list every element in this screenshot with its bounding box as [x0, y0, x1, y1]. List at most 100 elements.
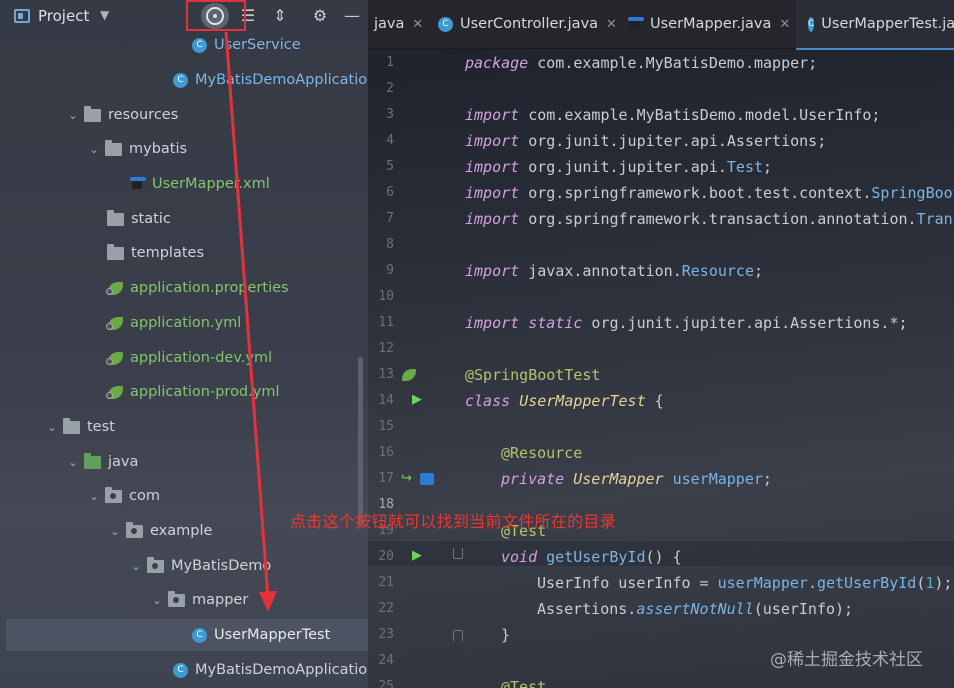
- mapper-interface-icon: [628, 17, 646, 31]
- run-test-gutter-icon[interactable]: ▶: [412, 549, 426, 562]
- tree-item-label: resources: [108, 107, 179, 123]
- code-line: 22 Assertions.assertNotNull(userInfo);: [368, 596, 954, 622]
- line-number: 24: [378, 653, 394, 668]
- tab-usermapper[interactable]: UserMapper.java ✕: [628, 0, 790, 48]
- minimize-icon[interactable]: —: [339, 4, 365, 28]
- code-text: import javax.annotation.Resource;: [465, 262, 764, 280]
- close-icon[interactable]: ✕: [779, 17, 790, 32]
- tree-item-java[interactable]: ⌄ java: [66, 445, 138, 479]
- class-icon: C: [192, 37, 207, 53]
- code-line: 7 import org.springframework.transaction…: [368, 206, 954, 232]
- code-text: import com.example.MyBatisDemo.model.Use…: [465, 106, 881, 124]
- tree-item-com[interactable]: ⌄ com: [87, 479, 160, 513]
- folder-icon: [107, 243, 124, 260]
- tree-item-mybatis[interactable]: ⌄ mybatis: [87, 132, 187, 166]
- fold-icon[interactable]: [453, 630, 463, 641]
- chevron-down-icon[interactable]: ⌄: [87, 143, 101, 156]
- tab-usercontroller[interactable]: C UserController.java ✕: [438, 0, 617, 48]
- chevron-down-icon[interactable]: ⌄: [108, 525, 122, 538]
- tab-java[interactable]: java ✕: [374, 0, 423, 48]
- code-text: @Test: [501, 678, 547, 688]
- collapse-all-icon[interactable]: ⇕: [267, 4, 293, 28]
- code-text: class UserMapperTest {: [465, 392, 664, 410]
- line-number: 2: [386, 81, 394, 96]
- watermark: @稀土掘金技术社区: [770, 650, 923, 670]
- annotation-text: 点击这个按钮就可以找到当前文件所在的目录: [290, 512, 617, 531]
- mybatis-mapper-gutter-icon[interactable]: [420, 473, 434, 485]
- line-number: 6: [386, 185, 394, 200]
- folder-icon: [107, 209, 124, 226]
- line-number: 23: [378, 627, 394, 642]
- line-number: 10: [378, 289, 394, 304]
- package-icon: [168, 590, 185, 607]
- tree-item-label: static: [131, 211, 171, 227]
- tab-label: java: [374, 16, 405, 32]
- tree-item-label: UserMapperTest: [214, 627, 331, 643]
- tree-item-mybatisdemoapplicationtest[interactable]: C MyBatisDemoApplicationT: [173, 653, 368, 687]
- folder-icon: [105, 139, 122, 156]
- line-number: 17: [378, 471, 394, 486]
- tree-item-example[interactable]: ⌄ example: [108, 514, 212, 548]
- line-number: 20: [378, 549, 394, 564]
- tree-item-application-yml[interactable]: application.yml: [106, 306, 242, 340]
- line-number: 13: [378, 367, 394, 382]
- spring-bean-gutter-icon[interactable]: [402, 369, 416, 381]
- tree-item-static[interactable]: static: [107, 202, 171, 236]
- project-title[interactable]: Project: [38, 7, 89, 25]
- code-area[interactable]: 1 package com.example.MyBatisDemo.mapper…: [368, 48, 954, 688]
- line-number: 9: [386, 263, 394, 278]
- code-text: @Resource: [501, 444, 583, 462]
- tree-item-test[interactable]: ⌄ test: [45, 410, 115, 444]
- spring-config-icon: [106, 281, 123, 295]
- line-number: 16: [378, 445, 394, 460]
- code-text: import static org.junit.jupiter.api.Asse…: [465, 314, 908, 332]
- line-number: 21: [378, 575, 394, 590]
- gear-icon[interactable]: ⚙: [307, 4, 333, 28]
- code-line: 11 import static org.junit.jupiter.api.A…: [368, 310, 954, 336]
- code-line: 5 import org.junit.jupiter.api.Test;: [368, 154, 954, 180]
- tree-item-label: application.properties: [130, 280, 289, 296]
- run-test-gutter-icon[interactable]: ▶: [412, 393, 426, 406]
- tree-item-application-properties[interactable]: application.properties: [106, 271, 289, 305]
- fold-icon[interactable]: [453, 548, 463, 559]
- code-line: 4 import org.junit.jupiter.api.Assertion…: [368, 128, 954, 154]
- tree-item-label: application.yml: [130, 315, 242, 331]
- chevron-down-icon[interactable]: ⌄: [45, 421, 59, 434]
- tree-item-userservice[interactable]: C UserService: [192, 28, 301, 62]
- chevron-down-icon[interactable]: ⌄: [150, 594, 164, 607]
- code-line: 15: [368, 414, 954, 440]
- code-text: Assertions.assertNotNull(userInfo);: [537, 600, 854, 618]
- tree-item-application-dev-yml[interactable]: application-dev.yml: [106, 341, 272, 375]
- tree-item-mybatisdemoapplication[interactable]: C MyBatisDemoApplication: [173, 63, 368, 97]
- project-panel-scrollbar[interactable]: [358, 357, 363, 527]
- chevron-down-icon[interactable]: ⌄: [66, 456, 80, 469]
- tree-item-label: mybatis: [129, 141, 188, 157]
- chevron-down-icon[interactable]: ⌄: [87, 490, 101, 503]
- line-number: 15: [378, 419, 394, 434]
- spring-config-icon: [106, 316, 123, 330]
- close-icon[interactable]: ✕: [412, 17, 423, 32]
- tree-item-usermappertest[interactable]: C UserMapperTest: [192, 618, 330, 652]
- tree-item-templates[interactable]: templates: [107, 236, 204, 270]
- tree-item-label: MyBatisDemoApplication: [195, 72, 368, 88]
- tree-item-mybatisdemo[interactable]: ⌄ MyBatisDemo: [129, 549, 271, 583]
- chevron-down-icon[interactable]: ▼: [100, 8, 109, 22]
- tree-item-label: example: [150, 523, 213, 539]
- tab-usermappertest[interactable]: C UserMapperTest.jav: [796, 0, 954, 50]
- tree-item-mapper[interactable]: ⌄ mapper: [150, 583, 248, 617]
- code-line: 9 import javax.annotation.Resource;: [368, 258, 954, 284]
- tree-item-usermapper-xml[interactable]: UserMapper.xml: [130, 167, 270, 201]
- tree-item-application-prod-yml[interactable]: application-prod.yml: [106, 375, 280, 409]
- class-icon: C: [192, 627, 207, 643]
- code-editor: java ✕ C UserController.java ✕ UserMappe…: [368, 0, 954, 688]
- package-icon: [126, 521, 143, 538]
- tree-item-label: MyBatisDemoApplicationT: [195, 662, 368, 678]
- code-text: import org.junit.jupiter.api.Assertions;: [465, 132, 827, 150]
- chevron-down-icon[interactable]: ⌄: [66, 109, 80, 122]
- close-icon[interactable]: ✕: [606, 17, 617, 32]
- tree-item-resources[interactable]: ⌄ resources: [66, 98, 178, 132]
- navigate-bean-gutter-icon[interactable]: ↪: [401, 472, 415, 485]
- test-source-folder-icon: [84, 452, 101, 469]
- tree-item-label: application-prod.yml: [130, 384, 280, 400]
- chevron-down-icon[interactable]: ⌄: [129, 560, 143, 573]
